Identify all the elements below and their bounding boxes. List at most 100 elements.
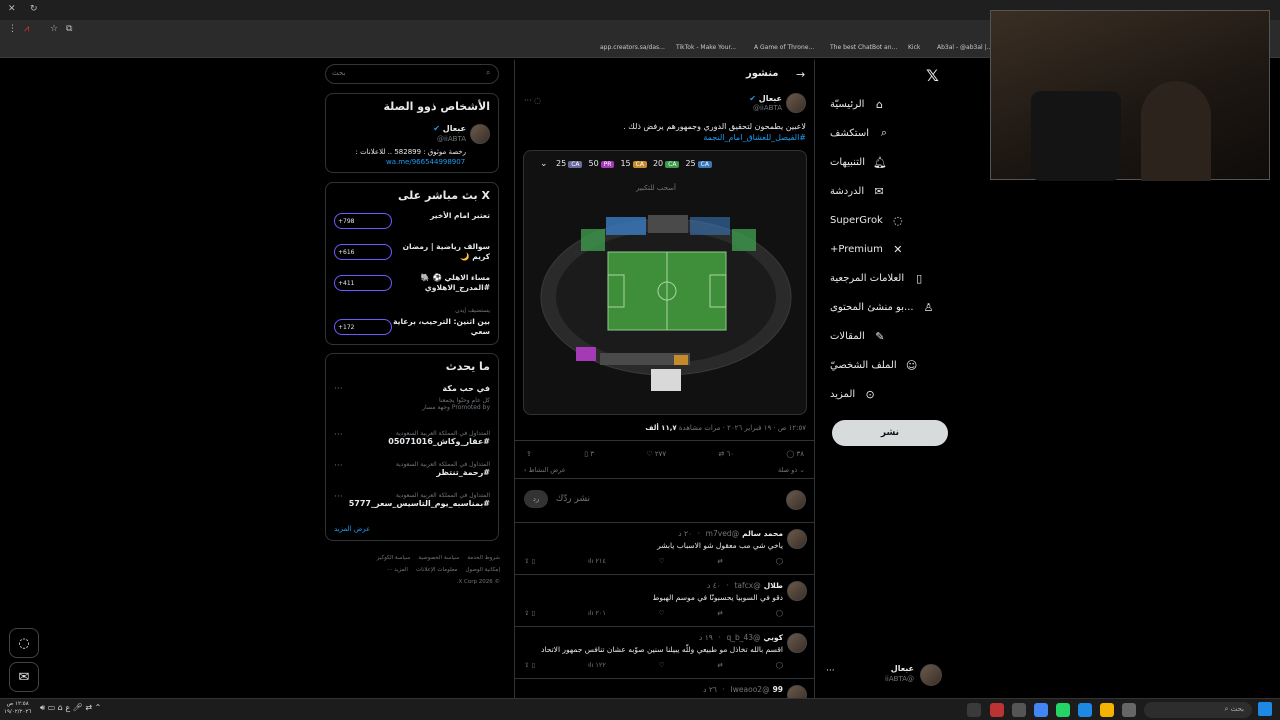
space-item[interactable]: +616 سوالف رياضية | رمضان كريم 🌙	[334, 238, 490, 266]
price-tag[interactable]: 20 CA	[653, 159, 680, 168]
retweet-icon[interactable]: ⇄	[717, 557, 722, 565]
space-item[interactable]: +411 مساء الاهلي ⚽ 🐘#المدرج_الاهلاوي	[334, 269, 490, 297]
avatar[interactable]	[787, 581, 807, 601]
back-arrow-icon[interactable]: →	[796, 68, 805, 81]
reply-button[interactable]: ◯ ٣٨	[786, 450, 804, 458]
views-count[interactable]: ılı ١٢٢	[588, 661, 606, 669]
avatar[interactable]	[470, 124, 490, 144]
reply-icon[interactable]: ◯	[776, 557, 783, 565]
trend-item[interactable]: ··· المتداول في المملكة العربية السعودية…	[334, 430, 490, 456]
post-button[interactable]: نشر	[832, 420, 948, 446]
views-count[interactable]: ılı ٢١٤	[588, 557, 606, 565]
price-tag[interactable]: 25 CA	[685, 159, 712, 168]
post-hashtag[interactable]: #الفيصل_للعشاق_امام_النجمة	[526, 133, 806, 142]
share-icon[interactable]: ⇪ ▯	[524, 557, 535, 565]
share-icon[interactable]: ⇪ ▯	[524, 609, 535, 617]
price-tag[interactable]: 25 CA	[556, 159, 583, 168]
avatar[interactable]	[787, 529, 807, 549]
bookmark-item[interactable]: app.creators.sa/das...	[600, 44, 665, 51]
clock[interactable]: ١٢:٥٨ ص ١٩/٠٢/٢٠٢٦	[4, 700, 31, 716]
retweet-icon[interactable]: ⇄	[717, 609, 722, 617]
footer-link[interactable]: شروط الخدمة	[467, 552, 500, 564]
reply-author[interactable]: 99@Iweaoo2 · ٢٦ د	[703, 685, 783, 694]
taskbar-search[interactable]: بحث ⌕	[1144, 702, 1252, 718]
account-switcher[interactable]: ··· عبعال @iiABTA	[826, 662, 946, 688]
reply-icon[interactable]: ◯	[776, 609, 783, 617]
bookmark-item[interactable]: A Game of Throne...	[754, 44, 814, 51]
related-link[interactable]: wa.me/966544998907	[386, 158, 465, 166]
reply-item[interactable]: كوبي@q_b_43 · ١٩ د اقسم بالله تخاذل مو ط…	[514, 626, 815, 678]
reload-icon[interactable]: ↻	[30, 4, 38, 14]
trend-item[interactable]: ··· المتداول في المملكة العربية السعودية…	[334, 492, 490, 518]
star-icon[interactable]: ☆	[50, 24, 58, 34]
reply-submit-button[interactable]: رد	[524, 490, 548, 508]
share-icon[interactable]: ⇪ ▯	[524, 661, 535, 669]
like-icon[interactable]: ♡	[659, 557, 665, 565]
avatar[interactable]	[786, 93, 806, 113]
nav-profile[interactable]: ☺ الملف الشخصيّ	[830, 354, 950, 376]
like-icon[interactable]: ♡	[659, 609, 665, 617]
nav-explore[interactable]: ⌕ استكشف	[830, 122, 950, 144]
tab-icon[interactable]: ⧉	[66, 24, 72, 34]
search-input[interactable]: ⌕ بحث	[325, 64, 499, 84]
promoted-trend[interactable]: ··· في حب مكة كل عام وحنّوا يجمعنا Promo…	[334, 384, 490, 420]
folder-icon[interactable]	[1100, 703, 1114, 717]
nav-supergrok[interactable]: ◌ SuperGrok	[830, 209, 950, 231]
author-handle[interactable]: @iiABTA	[753, 104, 782, 112]
app-icon[interactable]	[1078, 703, 1092, 717]
reply-author[interactable]: محمد سالم@m7ved · ٢٠ د	[678, 529, 783, 538]
footer-link[interactable]: سياسة الخصوصية	[418, 552, 459, 564]
nav-home[interactable]: ⌂ الرئيسيّة	[830, 93, 950, 115]
nav-notifications[interactable]: 🔔︎ التنبيهات	[830, 151, 950, 173]
relevance-sort[interactable]: ذو صلة ⌄	[778, 466, 805, 474]
related-name[interactable]: عبعال ✔	[433, 124, 466, 133]
related-handle[interactable]: @iiABTA	[437, 135, 466, 143]
app-icon[interactable]	[967, 703, 981, 717]
stadium-map[interactable]	[536, 197, 796, 412]
close-icon[interactable]: ✕	[8, 4, 16, 14]
more-icon[interactable]: ··· ◌	[524, 96, 541, 105]
nav-messages[interactable]: ✉ الدردشة	[830, 180, 950, 202]
bookmark-item[interactable]: TikTok - Make Your...	[676, 44, 736, 51]
grok-icon[interactable]: ◌	[9, 628, 39, 658]
price-tag[interactable]: 15 CA	[620, 159, 647, 168]
whatsapp-icon[interactable]	[1056, 703, 1070, 717]
space-item[interactable]: +172 بين اثنين: الترحيب، برعاية سعي	[334, 313, 490, 341]
nav-bookmarks[interactable]: ▯ العلامات المرجعية	[830, 267, 950, 289]
nav-more[interactable]: ⊙ المزيد	[830, 383, 950, 405]
avatar[interactable]	[786, 490, 806, 510]
menu-icon[interactable]: ⋮	[8, 24, 17, 34]
author-name[interactable]: عبعال ✔	[749, 94, 782, 103]
app-icon[interactable]	[990, 703, 1004, 717]
x-logo-icon[interactable]: 𝕏	[926, 66, 939, 85]
windows-start-icon[interactable]	[1258, 702, 1272, 716]
app-icon[interactable]	[1012, 703, 1026, 717]
app-icon[interactable]	[1122, 703, 1136, 717]
footer-link[interactable]: إمكانية الوصول	[465, 564, 500, 576]
nav-premium[interactable]: ✕ Premium+	[830, 238, 950, 260]
reply-author[interactable]: طلال@tafcx · ٤٠ د	[707, 581, 783, 590]
nav-creator[interactable]: ♙ ...بو منشئ المحتوى	[830, 296, 950, 318]
reply-item[interactable]: 99@Iweaoo2 · ٢٦ د	[514, 678, 815, 705]
chevron-down-icon[interactable]: ⌄	[540, 159, 548, 169]
share-icon[interactable]: ⇪	[526, 450, 532, 458]
like-button[interactable]: ♡ ٢٧٧	[646, 450, 666, 458]
like-icon[interactable]: ♡	[659, 661, 665, 669]
more-icon[interactable]: ···	[334, 430, 343, 440]
bookmark-button[interactable]: ▯ ٣	[584, 450, 594, 458]
more-icon[interactable]: ···	[334, 384, 343, 394]
nav-articles[interactable]: ✎ المقالات	[830, 325, 950, 347]
avatar[interactable]	[787, 633, 807, 653]
tray-icons[interactable]: 🔊︎ ▭ ⌂ ع 🎤︎ ⇄ ⌃	[40, 703, 101, 713]
reply-icon[interactable]: ◯	[776, 661, 783, 669]
reply-input[interactable]: نشر ردّك	[556, 494, 590, 504]
reply-item[interactable]: طلال@tafcx · ٤٠ د دقو في السوبيا يحسبونّ…	[514, 574, 815, 626]
reply-author[interactable]: كوبي@q_b_43 · ١٩ د	[699, 633, 783, 642]
bookmark-item[interactable]: Ab3al - @ab3al |...	[937, 44, 992, 51]
retweet-button[interactable]: ⇄ ٦٠	[718, 450, 734, 458]
bookmark-item[interactable]: The best ChatBot an...	[830, 44, 897, 51]
view-activity-link[interactable]: › عرض النشاط	[524, 466, 566, 474]
show-more-link[interactable]: عرض المزيد	[334, 525, 370, 533]
retweet-icon[interactable]: ⇄	[717, 661, 722, 669]
more-icon[interactable]: ···	[334, 461, 343, 471]
